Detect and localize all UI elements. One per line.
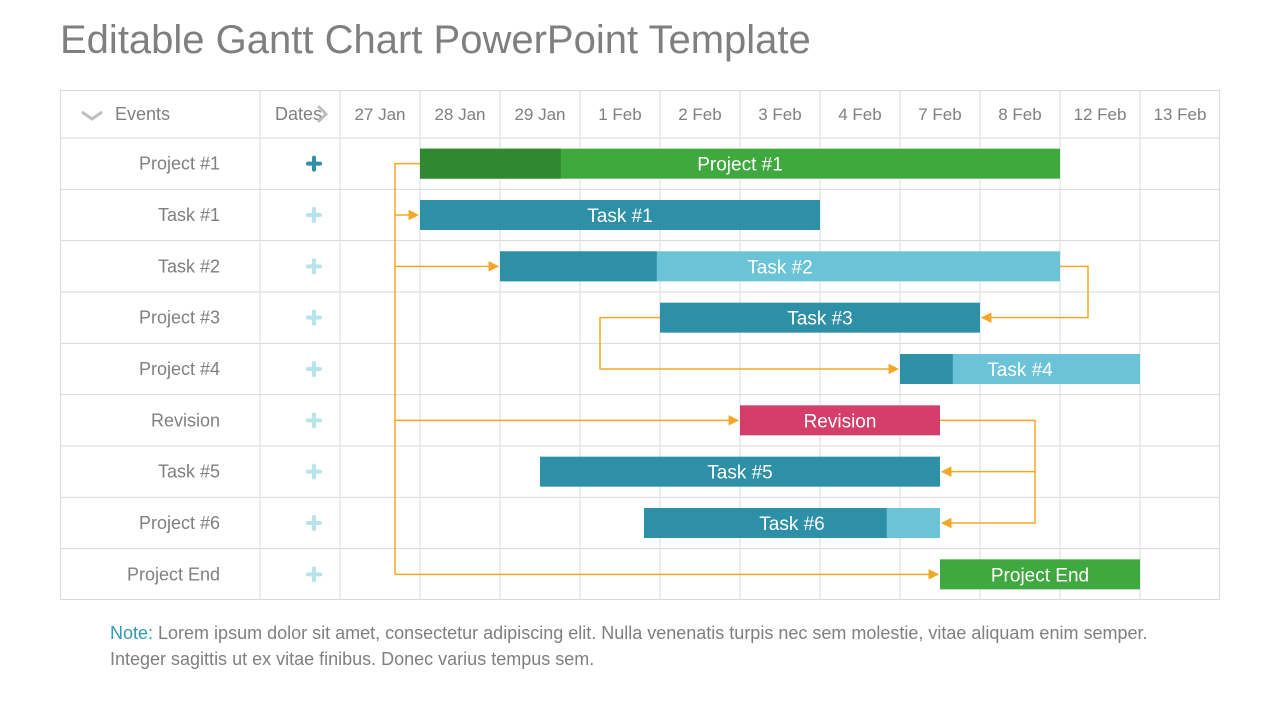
note-label: Note: bbox=[110, 623, 153, 643]
date-header: 29 Jan bbox=[514, 105, 565, 124]
date-header: 27 Jan bbox=[354, 105, 405, 124]
gantt-chart: 27 Jan 28 Jan 29 Jan 1 Feb 2 Feb 3 Feb 4 Feb 7 … bbox=[60, 90, 1220, 600]
date-header: 13 Feb bbox=[1154, 105, 1207, 124]
gantt-bar[interactable]: Task #2 bbox=[500, 251, 1060, 281]
plus-icon[interactable] bbox=[308, 466, 320, 478]
date-header: 3 Feb bbox=[758, 105, 801, 124]
plus-icon[interactable] bbox=[308, 158, 320, 170]
date-header: 7 Feb bbox=[918, 105, 961, 124]
plus-icon[interactable] bbox=[308, 312, 320, 324]
row-name: Project #4 bbox=[139, 359, 220, 379]
plus-icon[interactable] bbox=[308, 414, 320, 426]
row-name: Task #2 bbox=[158, 256, 220, 276]
gantt-bar[interactable]: Task #5 bbox=[540, 457, 940, 487]
plus-icon[interactable] bbox=[308, 517, 320, 529]
row-name: Project #1 bbox=[139, 154, 220, 174]
row-name: Task #1 bbox=[158, 205, 220, 225]
gantt-bar-label: Task #5 bbox=[707, 463, 772, 484]
gantt-bar[interactable]: Revision bbox=[740, 405, 940, 435]
gantt-bar-label: Project End bbox=[991, 565, 1089, 586]
date-header: 28 Jan bbox=[434, 105, 485, 124]
date-header: 2 Feb bbox=[678, 105, 721, 124]
gantt-bar-label: Task #2 bbox=[747, 257, 812, 278]
gantt-bar-label: Revision bbox=[804, 411, 877, 432]
gantt-bar-label: Task #6 bbox=[759, 514, 824, 535]
gantt-bar[interactable]: Task #4 bbox=[900, 354, 1140, 384]
note-text: Lorem ipsum dolor sit amet, consectetur … bbox=[110, 623, 1147, 669]
row-name: Task #5 bbox=[158, 462, 220, 482]
gantt-bar[interactable]: Project #1 bbox=[420, 149, 1060, 179]
date-header: 8 Feb bbox=[998, 105, 1041, 124]
plus-icon[interactable] bbox=[308, 209, 320, 221]
date-header: 1 Feb bbox=[598, 105, 641, 124]
date-header: 12 Feb bbox=[1074, 105, 1127, 124]
chevron-down-icon[interactable] bbox=[82, 112, 102, 119]
row-name: Revision bbox=[151, 410, 220, 430]
col-header-events: Events bbox=[115, 104, 170, 124]
gantt-bar[interactable]: Task #1 bbox=[420, 200, 820, 230]
col-header-dates: Dates bbox=[275, 104, 322, 124]
row-name: Project #6 bbox=[139, 513, 220, 533]
plus-icon[interactable] bbox=[308, 568, 320, 580]
gantt-bar-label: Task #1 bbox=[587, 206, 652, 227]
footer-note: Note: Lorem ipsum dolor sit amet, consec… bbox=[110, 620, 1170, 672]
row-name: Project End bbox=[127, 564, 220, 584]
row-name: Project #3 bbox=[139, 308, 220, 328]
gantt-bar-label: Task #3 bbox=[787, 309, 852, 330]
gantt-bar[interactable]: Task #3 bbox=[660, 303, 980, 333]
gantt-bar[interactable]: Project End bbox=[940, 559, 1140, 589]
plus-icon[interactable] bbox=[308, 363, 320, 375]
page-title: Editable Gantt Chart PowerPoint Template bbox=[60, 18, 811, 63]
plus-icon[interactable] bbox=[308, 260, 320, 272]
gantt-bar-label: Task #4 bbox=[987, 360, 1053, 381]
date-header: 4 Feb bbox=[838, 105, 881, 124]
gantt-bar-label: Project #1 bbox=[697, 155, 783, 176]
gantt-bar[interactable]: Task #6 bbox=[644, 508, 940, 538]
